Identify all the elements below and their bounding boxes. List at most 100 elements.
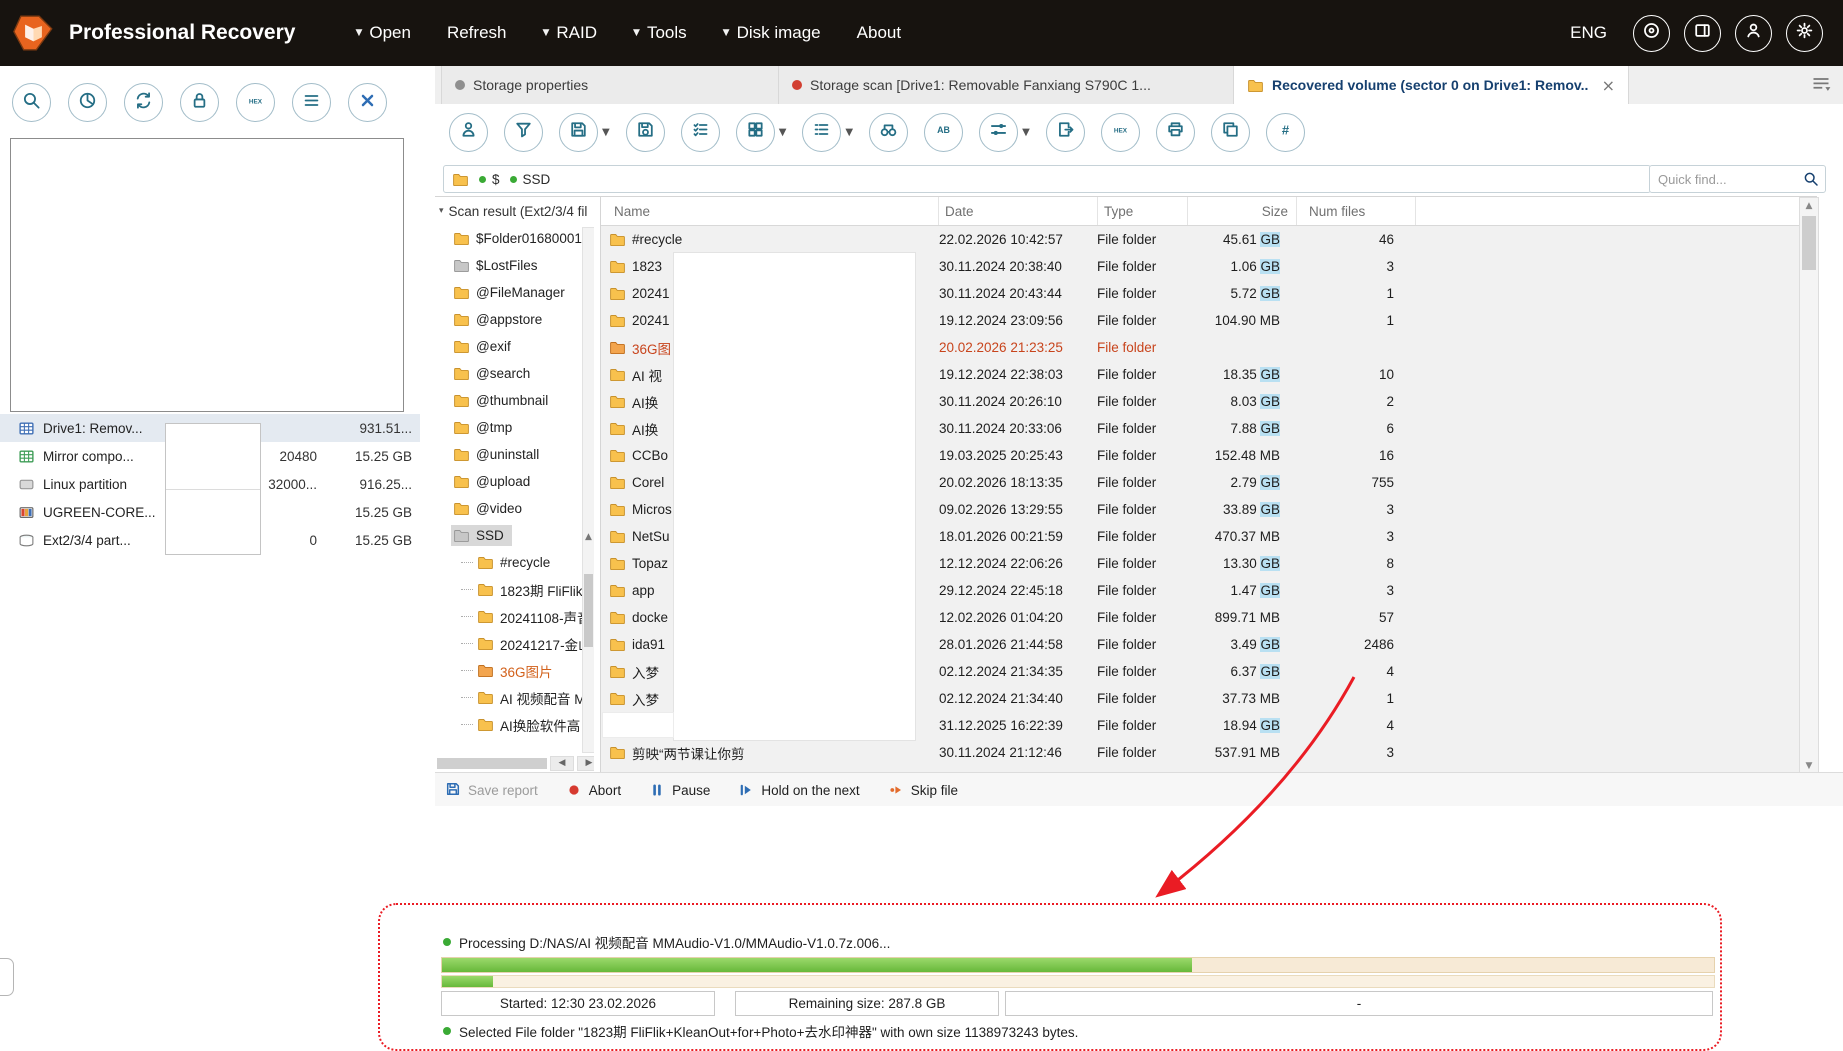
dropdown-caret-icon[interactable]: ▼ <box>602 127 610 138</box>
tasklist-button[interactable] <box>681 113 720 152</box>
view-list-button[interactable] <box>802 113 841 152</box>
tree-scrollbar[interactable]: ▲ <box>582 227 594 753</box>
piechart-button[interactable] <box>68 83 107 122</box>
pause-button[interactable]: Pause <box>649 782 710 798</box>
dropdown-caret-icon[interactable]: ▼ <box>779 127 787 138</box>
search-button[interactable] <box>12 83 51 122</box>
menu-about[interactable]: About <box>857 23 901 43</box>
export-button[interactable] <box>1046 113 1085 152</box>
breadcrumb-item[interactable]: SSD <box>510 172 551 187</box>
settings-button[interactable] <box>1786 15 1823 52</box>
column-header-date[interactable]: Date <box>939 197 1098 225</box>
file-row[interactable]: 剪映“两节课让你剪30.11.2024 21:12:46File folder5… <box>601 739 1800 766</box>
scrollbar-thumb[interactable] <box>437 758 547 769</box>
lock-button[interactable] <box>180 83 219 122</box>
print-button[interactable] <box>1156 113 1195 152</box>
copy-button[interactable] <box>1211 113 1250 152</box>
hex-button[interactable]: HEX <box>236 83 275 122</box>
search-icon[interactable] <box>1803 171 1819 187</box>
tree-item[interactable]: AI 视频配音 MN <box>435 684 594 711</box>
language-selector[interactable]: ENG <box>1570 23 1607 43</box>
column-header-num-files[interactable]: Num files <box>1297 197 1416 225</box>
tab-overflow-icon[interactable] <box>1811 74 1833 96</box>
skip-file-button[interactable]: Skip file <box>888 782 958 798</box>
encoding-button[interactable]: AB <box>924 113 963 152</box>
tree-item[interactable]: SSD <box>435 522 594 549</box>
file-numfiles-cell: 8 <box>1288 556 1406 571</box>
folder-icon <box>477 689 494 706</box>
scroll-up-button[interactable]: ▲ <box>1800 198 1818 214</box>
tree-item[interactable]: @thumbnail <box>435 387 594 414</box>
tree-item[interactable]: 36G图片 <box>435 657 594 684</box>
tree-item[interactable]: @exif <box>435 333 594 360</box>
tree-item[interactable]: $LostFiles <box>435 252 594 279</box>
tree-item[interactable]: $Folder01680001 <box>435 225 594 252</box>
tree-hscrollbar[interactable]: ◀ ▶ <box>437 756 594 771</box>
tree-item[interactable]: #recycle <box>435 549 594 576</box>
scroll-up-button[interactable]: ▲ <box>583 532 594 542</box>
tree-item[interactable]: @FileManager <box>435 279 594 306</box>
dropdown-caret-icon[interactable]: ▼ <box>845 127 853 138</box>
file-name: NetSu <box>632 529 670 544</box>
rename-editbox[interactable] <box>602 712 674 738</box>
panel-collapse-handle[interactable] <box>0 958 14 996</box>
find-button[interactable] <box>869 113 908 152</box>
adjust-button[interactable] <box>979 113 1018 152</box>
tab-recovered-volume-sector[interactable]: Recovered volume (sector 0 on Drive1: Re… <box>1234 66 1629 104</box>
filter-button[interactable] <box>504 113 543 152</box>
scroll-left-button[interactable]: ◀ <box>550 756 574 771</box>
tree-item[interactable]: 20241217-金山 <box>435 630 594 657</box>
device-size: 15.25 GB <box>317 449 420 464</box>
file-size-unit: GB <box>1260 394 1280 409</box>
tree-item[interactable]: AI换脸软件高 <box>435 711 594 738</box>
tree-item[interactable]: @search <box>435 360 594 387</box>
column-header-size[interactable]: Size <box>1188 197 1297 225</box>
menu-disk-image[interactable]: ▼Disk image <box>723 23 821 43</box>
breadcrumb-item[interactable]: $ <box>479 172 500 187</box>
tab-storage-scan-drive1[interactable]: Storage scan [Drive1: Removable Fanxiang… <box>779 66 1234 104</box>
tree-root-item[interactable]: ▾ Scan result (Ext2/3/4 fil <box>435 197 594 225</box>
menu-open[interactable]: ▼Open <box>355 23 411 43</box>
tab-storage-properties[interactable]: Storage properties <box>441 66 779 104</box>
tree-item[interactable]: @uninstall <box>435 441 594 468</box>
save-scan-button[interactable] <box>626 113 665 152</box>
file-row[interactable]: #recycle22.02.2026 10:42:57File folder45… <box>601 226 1800 253</box>
hold-on-next-button[interactable]: Hold on the next <box>738 782 859 798</box>
tasklist-icon <box>691 120 710 144</box>
abort-button[interactable]: Abort <box>566 782 621 798</box>
menu-raid[interactable]: ▼RAID <box>542 23 597 43</box>
quick-find-input[interactable] <box>1656 171 1803 188</box>
menu-refresh[interactable]: Refresh <box>447 23 507 43</box>
scrollbar-thumb[interactable] <box>584 574 593 647</box>
scroll-right-button[interactable]: ▶ <box>577 756 594 771</box>
save-report-button[interactable]: Save report <box>445 781 538 800</box>
tree-item[interactable]: 20241108-声音 <box>435 603 594 630</box>
tab-close-icon[interactable]: × <box>1602 76 1615 95</box>
scrollbar-thumb[interactable] <box>1802 216 1816 270</box>
tree-item[interactable]: @tmp <box>435 414 594 441</box>
disc-button[interactable] <box>1633 15 1670 52</box>
layout-button[interactable] <box>1684 15 1721 52</box>
column-header-label: Type <box>1104 204 1133 219</box>
save-button[interactable] <box>559 113 598 152</box>
tree-item[interactable]: @upload <box>435 468 594 495</box>
convert-button[interactable] <box>124 83 163 122</box>
hex-button[interactable]: HEX <box>1101 113 1140 152</box>
file-size-cell: 18.94 GB <box>1180 718 1288 733</box>
tree-item[interactable]: @video <box>435 495 594 522</box>
tree-item[interactable]: 1823期 FliFlik+Kl <box>435 576 594 603</box>
tree-item[interactable]: @appstore <box>435 306 594 333</box>
hash-button[interactable]: # <box>1266 113 1305 152</box>
file-table-scrollbar[interactable]: ▲ ▼ <box>1799 197 1819 775</box>
menu-tools[interactable]: ▼Tools <box>633 23 687 43</box>
dropdown-caret-icon[interactable]: ▼ <box>1022 127 1030 138</box>
close-button[interactable] <box>348 83 387 122</box>
column-header-name[interactable]: Name <box>601 197 939 225</box>
account-button[interactable] <box>1735 15 1772 52</box>
recover-button[interactable] <box>449 113 488 152</box>
expander-icon[interactable]: ▾ <box>439 206 444 216</box>
column-header-type[interactable]: Type <box>1098 197 1188 225</box>
folder-gray-icon <box>453 257 470 274</box>
view-grid-button[interactable] <box>736 113 775 152</box>
properties-button[interactable] <box>292 83 331 122</box>
